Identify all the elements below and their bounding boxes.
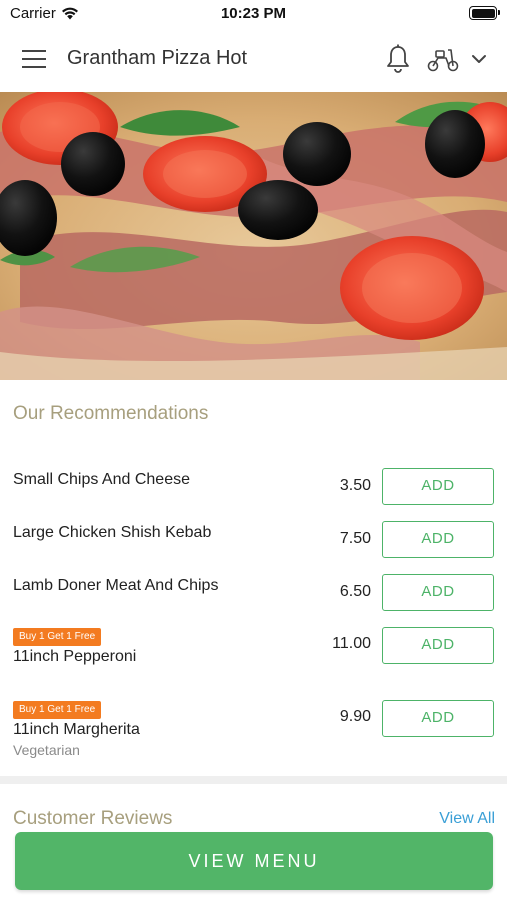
battery-icon bbox=[469, 6, 500, 20]
item-price: 3.50 bbox=[339, 477, 371, 494]
recommendations-title: Our Recommendations bbox=[13, 403, 209, 424]
status-time: 10:23 PM bbox=[220, 5, 287, 22]
item-name: Lamb Doner Meat And Chips bbox=[13, 577, 219, 594]
menu-item-row: Small Chips And Cheese 3.50 ADD bbox=[0, 468, 507, 506]
item-price: 7.50 bbox=[339, 530, 371, 547]
page-title: Grantham Pizza Hot bbox=[67, 47, 248, 69]
add-button[interactable]: ADD bbox=[382, 574, 494, 611]
item-name: Small Chips And Cheese bbox=[13, 471, 190, 488]
menu-item-row: Buy 1 Get 1 Free 11inch Margherita Veget… bbox=[0, 699, 507, 759]
add-button[interactable]: ADD bbox=[382, 521, 494, 558]
menu-item-row: Buy 1 Get 1 Free 11inch Pepperoni 11.00 … bbox=[0, 627, 507, 667]
item-name: 11inch Margherita bbox=[13, 721, 140, 738]
item-name: Large Chicken Shish Kebab bbox=[13, 524, 212, 541]
hero-pizza-image bbox=[0, 92, 507, 380]
status-bar: Carrier 10:23 PM bbox=[0, 0, 507, 28]
chevron-down-icon[interactable] bbox=[470, 50, 488, 68]
section-divider bbox=[0, 776, 507, 784]
item-price: 6.50 bbox=[339, 583, 371, 600]
menu-item-row: Large Chicken Shish Kebab 7.50 ADD bbox=[0, 521, 507, 559]
menu-item-row: Lamb Doner Meat And Chips 6.50 ADD bbox=[0, 574, 507, 612]
item-price: 9.90 bbox=[339, 708, 371, 725]
item-price: 11.00 bbox=[332, 635, 371, 652]
add-button[interactable]: ADD bbox=[382, 627, 494, 664]
item-name: 11inch Pepperoni bbox=[13, 648, 137, 665]
vegetarian-label: Vegetarian bbox=[13, 742, 80, 758]
add-button[interactable]: ADD bbox=[382, 468, 494, 505]
app-header: Grantham Pizza Hot bbox=[0, 28, 507, 92]
view-menu-button[interactable]: VIEW MENU bbox=[15, 832, 493, 890]
promo-badge: Buy 1 Get 1 Free bbox=[13, 701, 102, 719]
promo-badge: Buy 1 Get 1 Free bbox=[13, 628, 102, 646]
menu-icon[interactable] bbox=[22, 50, 46, 68]
bell-icon[interactable] bbox=[385, 44, 411, 74]
scooter-icon[interactable] bbox=[426, 46, 460, 72]
add-button[interactable]: ADD bbox=[382, 700, 494, 737]
bottom-bar: VIEW MENU bbox=[0, 824, 507, 900]
